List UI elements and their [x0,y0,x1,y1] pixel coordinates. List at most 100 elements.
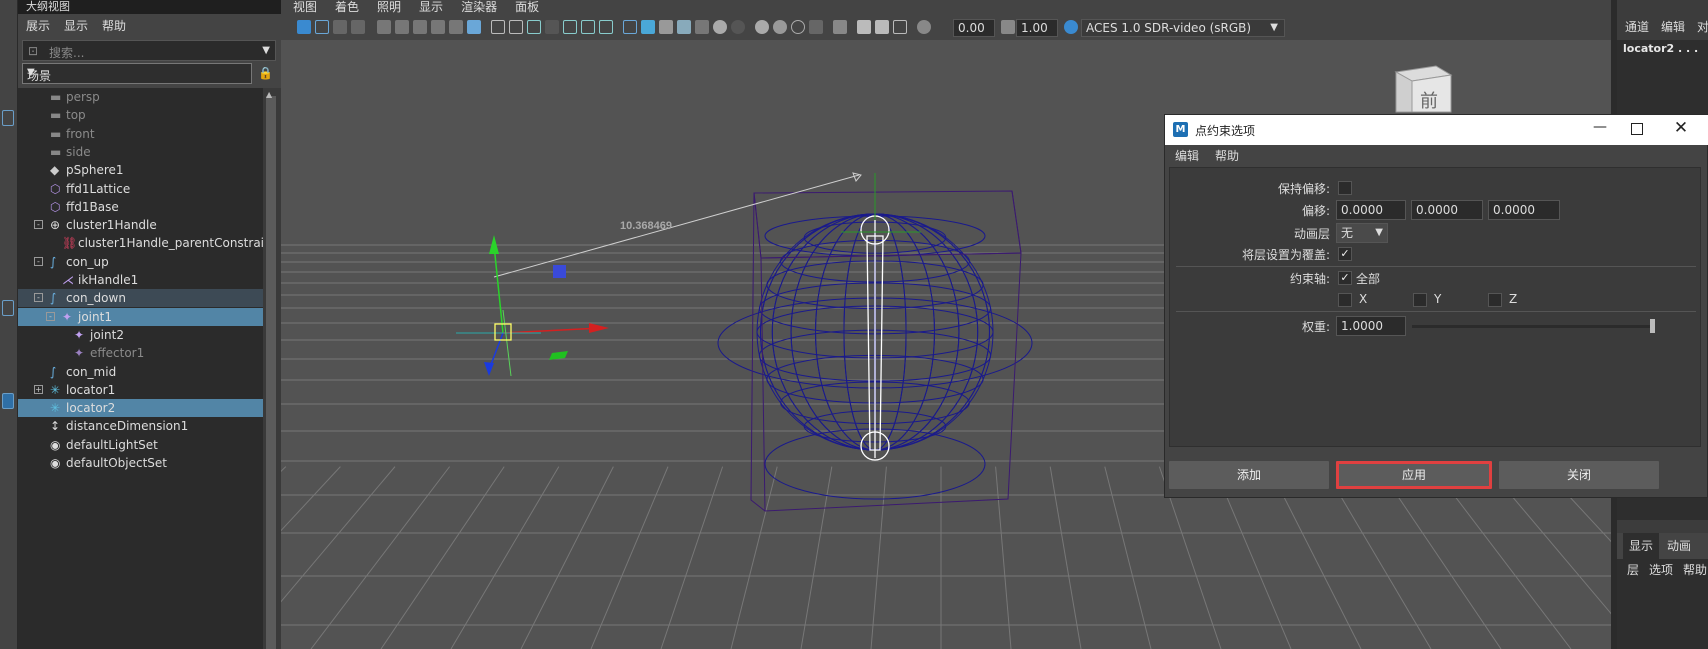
outliner-item-cluster1handle_parentconstrai[interactable]: ⛓ cluster1Handle_parentConstrai [18,234,264,252]
axis-y-checkbox[interactable] [1413,293,1427,307]
axis-x-checkbox[interactable] [1338,293,1352,307]
axis-z-checkbox[interactable] [1488,293,1502,307]
outliner-item-top[interactable]: ▬ top [18,106,263,124]
menu-item-help[interactable]: 帮助 [1683,561,1707,649]
outliner-item-front[interactable]: ▬ front [18,125,263,143]
resolution-gate-icon[interactable] [527,20,541,34]
menu-item-show[interactable]: 展示 [26,17,50,34]
outliner-item-joint1[interactable]: - ✦ joint1 [18,307,263,326]
grease-pencil-icon[interactable] [467,20,481,34]
menu-item-help[interactable]: 帮助 [1215,145,1239,167]
image-plane-icon[interactable] [351,20,365,34]
smooth-shade-icon[interactable] [641,20,655,34]
field-chart-icon[interactable] [563,20,577,34]
menu-item-lighting[interactable]: 照明 [377,0,401,16]
tool-button[interactable] [2,300,14,316]
outliner-item-locator1[interactable]: + ✳ locator1 [18,381,263,399]
maintain-offset-checkbox[interactable] [1338,181,1352,195]
camera-2d-icon[interactable] [413,20,427,34]
outliner-item-con_up[interactable]: - ∫ con_up [18,253,263,271]
default-material-icon[interactable] [659,20,673,34]
menu-item-object[interactable]: 对 [1697,0,1708,40]
add-button[interactable]: 添加 [1169,461,1329,489]
scroll-up-icon[interactable]: ▲ [266,90,272,99]
frame-icon[interactable] [315,20,329,34]
anti-aliasing-icon[interactable] [791,20,805,34]
tool-button[interactable] [2,110,14,126]
menu-item-display[interactable]: 显示 [64,17,88,34]
tab-display[interactable]: 显示 [1623,533,1660,559]
outliner-item-defaultlightset[interactable]: ◉ defaultLightSet [18,436,263,454]
motion-blur-icon[interactable] [773,20,787,34]
outliner-item-effector1[interactable]: ✦ effector1 [18,344,263,362]
menu-item-channels[interactable]: 通道 [1625,0,1649,40]
menu-item-view[interactable]: 视图 [293,0,317,16]
film-gate-icon[interactable] [509,20,523,34]
xray-joints-icon[interactable] [875,20,889,34]
outliner-item-cluster1handle[interactable]: - ⊕ cluster1Handle [18,216,263,234]
screen-space-ao-icon[interactable] [755,20,769,34]
offset-z-field[interactable]: 0.0000 [1488,200,1560,220]
isolate-select-icon[interactable] [833,20,847,34]
override-checkbox[interactable]: ✓ [1338,247,1352,261]
outliner-item-ikhandle1[interactable]: ⋌ ikHandle1 [18,271,263,289]
grid-icon[interactable] [491,20,505,34]
wireframe-on-shaded-icon[interactable] [677,20,691,34]
close-button[interactable]: 关闭 [1499,461,1659,489]
tab-animation[interactable]: 动画 [1667,533,1691,559]
menu-item-layers[interactable]: 层 [1627,561,1639,649]
outliner-item-defaultobjectset[interactable]: ◉ defaultObjectSet [18,454,263,472]
axis-all-checkbox[interactable]: ✓ [1338,271,1352,285]
camera-attributes-icon[interactable] [377,20,391,34]
menu-item-show[interactable]: 显示 [419,0,443,16]
xray-icon[interactable] [857,20,871,34]
tool-button-active[interactable] [2,393,14,409]
weight-slider-handle[interactable] [1650,319,1655,333]
dialog-titlebar[interactable]: M 点约束选项 — ✕ [1165,115,1708,145]
depth-of-field-icon[interactable] [809,20,823,34]
outliner-item-ffd1base[interactable]: ⬡ ffd1Base [18,198,263,216]
lock-icon[interactable]: 🔒 [258,66,273,80]
color-space-select[interactable]: ACES 1.0 SDR-video (sRGB) ▼ [1081,19,1285,37]
menu-item-options[interactable]: 选项 [1649,561,1673,649]
expand-toggle-icon[interactable]: - [46,311,55,321]
close-icon[interactable]: ✕ [1671,118,1691,138]
outliner-item-con_mid[interactable]: ∫ con_mid [18,363,263,381]
weight-slider-track[interactable] [1412,325,1654,328]
use-lights-icon[interactable] [713,20,727,34]
offset-y-field[interactable]: 0.0000 [1411,200,1483,220]
wireframe-icon[interactable] [623,20,637,34]
anim-layer-select[interactable]: 无 ▼ [1336,223,1388,243]
gamma-field[interactable]: 1.00 [1016,19,1058,37]
outliner-item-persp[interactable]: ▬ persp [18,88,263,106]
outliner-item-side[interactable]: ▬ side [18,143,263,161]
bookmark-icon[interactable] [333,20,347,34]
outliner-item-distancedimension1[interactable]: ↕ distanceDimension1 [18,417,263,435]
scene-filter-select[interactable]: 场景 ▼ [22,63,252,84]
camera-icon[interactable] [395,20,409,34]
bookmark-2-icon[interactable] [431,20,445,34]
outliner-item-con_down[interactable]: - ∫ con_down [18,289,263,308]
weight-field[interactable]: 1.0000 [1336,316,1406,336]
color-management-icon[interactable] [1064,20,1078,34]
outliner-item-locator2[interactable]: ✳ locator2 [18,399,263,418]
shadows-icon[interactable] [731,20,745,34]
menu-item-panels[interactable]: 面板 [515,0,539,16]
safe-title-icon[interactable] [599,20,613,34]
apply-button[interactable]: 应用 [1336,461,1492,489]
menu-item-edit[interactable]: 编辑 [1661,0,1685,40]
menu-item-shading[interactable]: 着色 [335,0,359,16]
menu-item-renderer[interactable]: 渲染器 [461,0,497,16]
outliner-item-psphere1[interactable]: ◆ pSphere1 [18,161,263,179]
offset-x-field[interactable]: 0.0000 [1336,200,1406,220]
expand-toggle-icon[interactable]: - [34,256,43,266]
textured-icon[interactable] [695,20,709,34]
outliner-item-joint2[interactable]: ✦ joint2 [18,326,263,344]
minimize-icon[interactable]: — [1590,119,1610,135]
menu-item-edit[interactable]: 编辑 [1175,145,1199,167]
pan-zoom-icon[interactable] [449,20,463,34]
chevron-down-icon[interactable]: ▼ [262,45,270,56]
outliner-item-ffd1lattice[interactable]: ⬡ ffd1Lattice [18,180,263,198]
gate-mask-icon[interactable] [545,20,559,34]
xray-components-icon[interactable] [893,20,907,34]
